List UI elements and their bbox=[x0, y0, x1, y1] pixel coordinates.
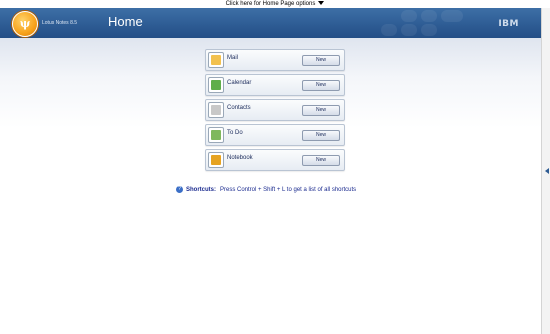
shortcuts-text: Press Control + Shift + L to get a list … bbox=[220, 187, 357, 194]
chevron-down-icon bbox=[318, 1, 325, 6]
lotus-notes-logo-icon: ψ bbox=[12, 11, 38, 37]
app-label: Notebook bbox=[227, 155, 253, 161]
app-label: To Do bbox=[227, 130, 243, 136]
app-label: Mail bbox=[227, 55, 239, 61]
product-name: Lotus Notes 8.5 bbox=[42, 20, 78, 26]
app-launcher-list: Mail New Calendar New Contacts New To Do… bbox=[205, 49, 345, 174]
app-row-notebook[interactable]: Notebook New bbox=[205, 149, 345, 171]
home-page-options-label: Click here for Home Page options bbox=[225, 1, 316, 7]
calendar-icon bbox=[208, 77, 224, 93]
mail-icon bbox=[208, 52, 224, 68]
help-icon: ? bbox=[176, 186, 183, 193]
new-notebook-entry-button[interactable]: New bbox=[302, 155, 340, 166]
new-contact-button[interactable]: New bbox=[302, 105, 340, 116]
shortcuts-hint: ? Shortcuts: Press Control + Shift + L to … bbox=[176, 186, 356, 193]
app-row-todo[interactable]: To Do New bbox=[205, 124, 345, 146]
todo-icon bbox=[208, 127, 224, 143]
shortcuts-heading: Shortcuts: bbox=[186, 187, 216, 194]
header-decoration bbox=[361, 8, 511, 38]
sidebar-toggle[interactable] bbox=[541, 8, 550, 334]
ibm-logo: IBM bbox=[498, 19, 519, 29]
home-page-options-link[interactable]: Click here for Home Page options bbox=[0, 0, 550, 8]
app-row-contacts[interactable]: Contacts New bbox=[205, 99, 345, 121]
app-row-calendar[interactable]: Calendar New bbox=[205, 74, 345, 96]
new-todo-button[interactable]: New bbox=[302, 130, 340, 141]
new-calendar-entry-button[interactable]: New bbox=[302, 80, 340, 91]
contacts-icon bbox=[208, 102, 224, 118]
app-label: Contacts bbox=[227, 105, 251, 111]
new-mail-button[interactable]: New bbox=[302, 55, 340, 66]
chevron-left-icon bbox=[545, 168, 549, 174]
page-title: Home bbox=[108, 14, 143, 29]
home-header: ψ Lotus Notes 8.5 Home IBM bbox=[0, 8, 541, 38]
notebook-icon bbox=[208, 152, 224, 168]
app-label: Calendar bbox=[227, 80, 252, 86]
app-row-mail[interactable]: Mail New bbox=[205, 49, 345, 71]
